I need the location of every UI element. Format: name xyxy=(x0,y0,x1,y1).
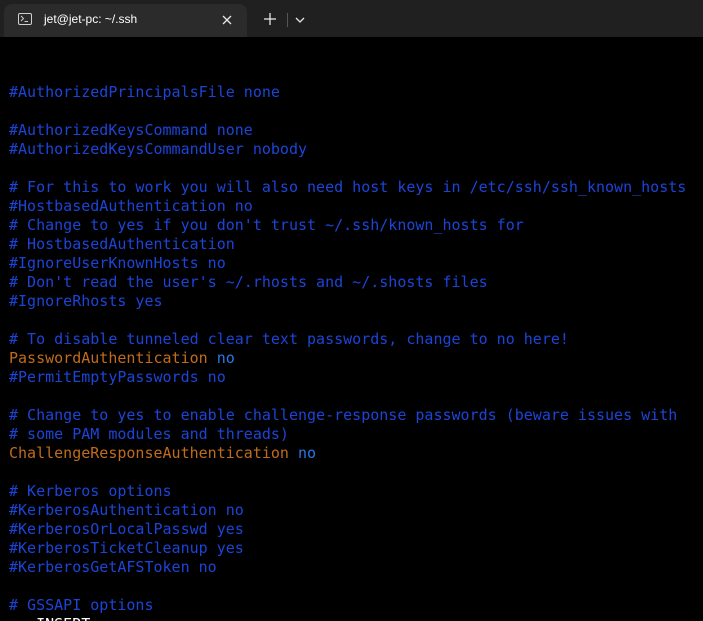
tab-separator xyxy=(287,13,288,27)
terminal-icon xyxy=(18,13,32,25)
comment-text: # Change to yes to enable challenge-resp… xyxy=(9,406,678,424)
editor-line: PasswordAuthentication no xyxy=(9,349,686,368)
chevron-down-icon[interactable] xyxy=(294,13,306,25)
comment-text: #KerberosOrLocalPasswd yes xyxy=(9,520,244,538)
comment-text: #AuthorizedKeysCommand none xyxy=(9,121,253,139)
editor-line: # HostbasedAuthentication xyxy=(9,235,686,254)
comment-text: #HostbasedAuthentication no xyxy=(9,197,253,215)
comment-text: #KerberosGetAFSToken no xyxy=(9,558,217,576)
comment-text: # HostbasedAuthentication xyxy=(9,235,235,253)
plus-icon[interactable] xyxy=(262,11,278,27)
editor-line: # some PAM modules and threads) xyxy=(9,425,686,444)
comment-text: #PermitEmptyPasswords no xyxy=(9,368,226,386)
editor-line: #KerberosTicketCleanup yes xyxy=(9,539,686,558)
directive-value: no xyxy=(216,349,235,367)
comment-text: #KerberosTicketCleanup yes xyxy=(9,539,244,557)
editor-line: # For this to work you will also need ho… xyxy=(9,178,686,197)
editor-line: #AuthorizedKeysCommandUser nobody xyxy=(9,140,686,159)
terminal-window: jet@jet-pc: ~/.ssh #AuthorizedPrincipals… xyxy=(0,0,703,621)
comment-text: #AuthorizedPrincipalsFile none xyxy=(9,83,280,101)
terminal-buffer[interactable]: #AuthorizedPrincipalsFile none #Authorize… xyxy=(9,64,686,621)
directive-key: PasswordAuthentication xyxy=(9,349,208,367)
editor-line: # Change to yes to enable challenge-resp… xyxy=(9,406,686,425)
editor-line: # GSSAPI options xyxy=(9,596,686,615)
close-icon[interactable] xyxy=(219,12,235,28)
tab-title: jet@jet-pc: ~/.ssh xyxy=(44,12,138,26)
title-bar: jet@jet-pc: ~/.ssh xyxy=(0,0,703,37)
editor-line: ChallengeResponseAuthentication no xyxy=(9,444,686,463)
editor-line: #KerberosAuthentication no xyxy=(9,501,686,520)
vim-mode-status: -- INSERT -- xyxy=(9,615,686,621)
comment-text: # For this to work you will also need ho… xyxy=(9,178,687,196)
editor-line: #KerberosOrLocalPasswd yes xyxy=(9,520,686,539)
editor-line: #IgnoreUserKnownHosts no xyxy=(9,254,686,273)
directive-key: ChallengeResponseAuthentication xyxy=(9,444,289,462)
editor-line: #PermitEmptyPasswords no xyxy=(9,368,686,387)
editor-line: #KerberosGetAFSToken no xyxy=(9,558,686,577)
editor-line: # To disable tunneled clear text passwor… xyxy=(9,330,686,349)
editor-line: #AuthorizedKeysCommand none xyxy=(9,121,686,140)
comment-text: #AuthorizedKeysCommandUser nobody xyxy=(9,140,308,158)
comment-text: #KerberosAuthentication no xyxy=(9,501,244,519)
comment-text: # Kerberos options xyxy=(9,482,172,500)
comment-text: # To disable tunneled clear text passwor… xyxy=(9,330,569,348)
comment-text: # some PAM modules and threads) xyxy=(9,425,289,443)
editor-line: # Kerberos options xyxy=(9,482,686,501)
editor-line: #IgnoreRhosts yes xyxy=(9,292,686,311)
comment-text: #IgnoreRhosts yes xyxy=(9,292,163,310)
editor-line: # Change to yes if you don't trust ~/.ss… xyxy=(9,216,686,235)
comment-text: # GSSAPI options xyxy=(9,596,154,614)
editor-line: # Don't read the user's ~/.rhosts and ~/… xyxy=(9,273,686,292)
editor-line: #HostbasedAuthentication no xyxy=(9,197,686,216)
comment-text: # Change to yes if you don't trust ~/.ss… xyxy=(9,216,524,234)
tab-terminal[interactable]: jet@jet-pc: ~/.ssh xyxy=(4,4,247,37)
editor-line: #AuthorizedPrincipalsFile none xyxy=(9,83,686,102)
comment-text: #IgnoreUserKnownHosts no xyxy=(9,254,226,272)
directive-value: no xyxy=(298,444,317,462)
comment-text: # Don't read the user's ~/.rhosts and ~/… xyxy=(9,273,488,291)
